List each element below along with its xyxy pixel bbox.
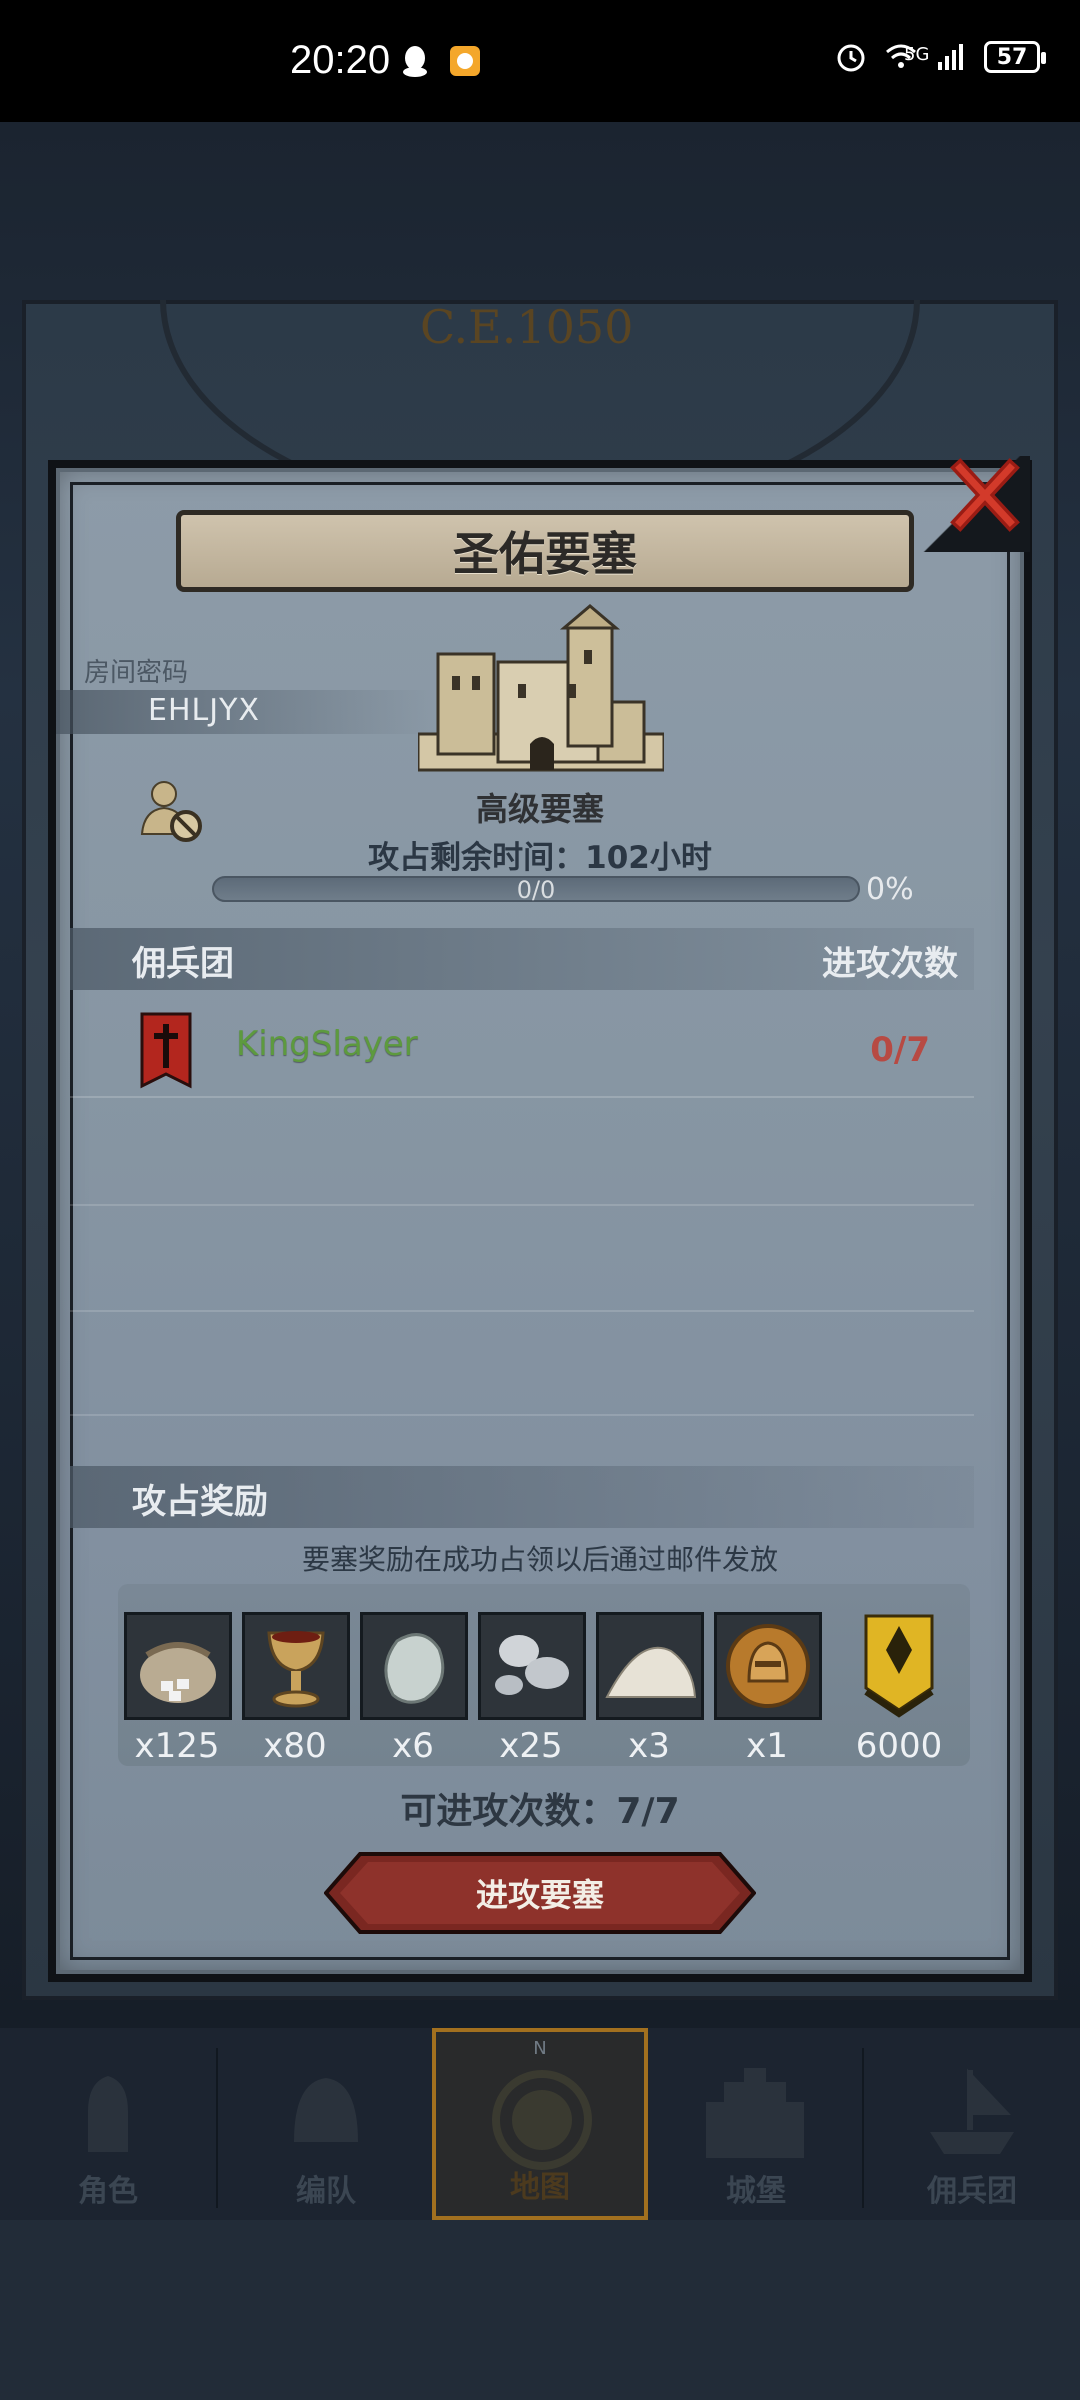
network-type: 5G xyxy=(904,44,930,65)
reward-item[interactable] xyxy=(714,1612,822,1720)
nav-item-character[interactable]: 角色 xyxy=(0,2028,216,2220)
signal-icon xyxy=(938,44,963,70)
status-time: 20:20 xyxy=(290,38,391,82)
reward-count: x6 xyxy=(392,1726,434,1766)
knight-icon xyxy=(88,2076,128,2152)
nav-label: 编队 xyxy=(296,2174,356,2209)
progress-percent: 0% xyxy=(866,872,914,907)
mercenary-attacks: 0/7 xyxy=(870,1030,930,1070)
battery-icon: 57 xyxy=(984,41,1046,73)
silver-pebbles-icon xyxy=(495,1635,569,1695)
reward-item[interactable] xyxy=(478,1612,586,1720)
map-compass-icon xyxy=(492,2070,592,2170)
castle-icon xyxy=(706,2068,804,2158)
alarm-icon xyxy=(837,44,865,72)
knight-helmet-coin-icon xyxy=(726,1624,810,1708)
reward-note: 要塞奖励在成功占领以后通过邮件发放 xyxy=(301,1543,778,1576)
occupation-progress-bar: 0/0 xyxy=(212,876,860,904)
remaining-attacks: 可进攻次数：7/7 xyxy=(400,1791,680,1832)
golden-goblet-icon xyxy=(267,1631,325,1708)
attack-count-header: 进攻次数 xyxy=(822,944,958,984)
fortress-castle-icon xyxy=(418,604,664,772)
room-code: EHLJYX xyxy=(148,693,260,728)
guild-banner-icon xyxy=(140,1012,192,1089)
time-remaining: 攻占剩余时间：102小时 xyxy=(368,840,712,876)
attack-fortress-button[interactable] xyxy=(324,1852,756,1934)
reward-item[interactable] xyxy=(124,1612,232,1720)
dialog-title-plate: 圣佑要塞 xyxy=(176,510,914,592)
nav-label: 角色 xyxy=(78,2174,138,2209)
dialog-title: 圣佑要塞 xyxy=(453,527,637,581)
nav-item-mercenaries[interactable]: 佣兵团 xyxy=(864,2028,1080,2220)
white-stone-icon xyxy=(384,1633,445,1704)
year-label: C.E.1050 xyxy=(420,300,634,354)
compass-north: N xyxy=(533,2038,547,2059)
reward-item[interactable] xyxy=(360,1612,468,1720)
empty-row-divider xyxy=(70,1414,974,1416)
salt-pile-icon xyxy=(605,1646,697,1698)
app-notification-icon xyxy=(450,46,480,76)
rank-badge-icon[interactable] xyxy=(864,1614,934,1718)
close-icon[interactable] xyxy=(946,456,1026,536)
mercenary-header: 佣兵团 xyxy=(132,944,234,984)
room-code-label: 房间密码 xyxy=(84,658,189,688)
nav-label: 地图 xyxy=(510,2170,570,2205)
reward-count: x3 xyxy=(628,1726,670,1766)
fortress-level: 高级要塞 xyxy=(475,790,604,828)
helmet-icon xyxy=(294,2078,358,2142)
qq-icon xyxy=(403,46,427,77)
nav-label: 佣兵团 xyxy=(927,2174,1017,2209)
reward-count: x1 xyxy=(746,1726,788,1766)
bottom-filler xyxy=(0,2220,1080,2400)
reward-item[interactable] xyxy=(596,1612,704,1720)
reward-header: 攻占奖励 xyxy=(132,1482,268,1522)
mercenary-name: KingSlayer xyxy=(236,1024,418,1064)
status-bar: 20:20 57 5G xyxy=(0,0,1080,122)
ship-icon xyxy=(930,2068,1014,2154)
reward-item[interactable] xyxy=(242,1612,350,1720)
bottom-nav: 角色 编队 N 地图 城堡 佣兵团 xyxy=(0,2028,1080,2220)
nav-label: 城堡 xyxy=(726,2174,786,2209)
nav-item-castle[interactable]: 城堡 xyxy=(648,2028,864,2220)
empty-row-divider xyxy=(70,1310,974,1312)
empty-row-divider xyxy=(70,1204,974,1206)
reward-count: x80 xyxy=(263,1726,327,1766)
reward-count: 6000 xyxy=(855,1726,943,1766)
progress-text: 0/0 xyxy=(516,876,556,904)
reward-count: x25 xyxy=(499,1726,563,1766)
sack-of-gems-icon xyxy=(140,1642,216,1703)
nav-item-map[interactable]: N 地图 xyxy=(432,2028,648,2220)
reward-count: x125 xyxy=(134,1726,220,1766)
nav-item-formation[interactable]: 编队 xyxy=(218,2028,434,2220)
table-row[interactable]: KingSlayer 0/7 xyxy=(70,1002,974,1098)
